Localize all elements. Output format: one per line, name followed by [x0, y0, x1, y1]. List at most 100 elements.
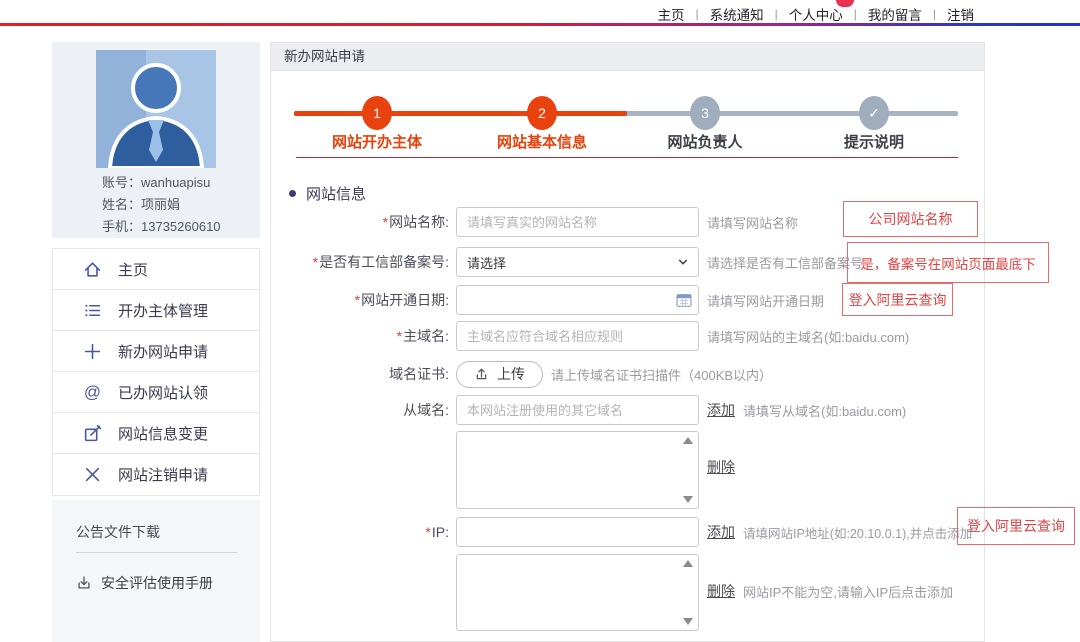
scroll-up-icon[interactable]: [682, 436, 694, 445]
nav-my-messages[interactable]: 我的留言: [868, 4, 922, 24]
scroll-up-icon[interactable]: [682, 559, 694, 568]
calendar-icon[interactable]: [676, 292, 692, 308]
ip-hint: 请填网站IP地址(如:20.10.0.1),并点击添加: [743, 523, 972, 542]
website-name-hint: 请填写网站名称: [707, 213, 798, 232]
required-marker: *: [425, 524, 430, 540]
annotation-company-website-name: 公司网站名称: [843, 201, 978, 237]
domain-cert-hint: 请上传域名证书扫描件（400KB以内）: [551, 365, 772, 384]
profile-info: 账号：wanhuapisu 姓名：项丽娟 手机：13735260610: [102, 172, 221, 238]
bullet-icon: [289, 190, 296, 197]
edit-icon: [83, 424, 102, 443]
upload-icon: [474, 367, 489, 382]
domain-cert-label: 域名证书:: [271, 364, 449, 384]
home-icon: [83, 260, 102, 279]
sidebar-item-home[interactable]: 主页: [53, 249, 259, 290]
sidebar-item-label: 新办网站申请: [118, 341, 208, 362]
main-domain-input[interactable]: [456, 321, 699, 351]
open-date-hint: 请填写网站开通日期: [707, 291, 824, 310]
profile-account: 账号：wanhuapisu: [102, 172, 221, 194]
row-open-date: *网站开通日期: 请填写网站开通日期: [271, 285, 824, 315]
sidebar-item-label: 网站信息变更: [118, 423, 208, 444]
step-2-dot: 2: [527, 96, 557, 130]
sidebar-item-new-website-application[interactable]: 新办网站申请: [53, 331, 259, 372]
upload-button-label: 上传: [497, 364, 525, 384]
download-security-manual[interactable]: 安全评估使用手册: [76, 573, 260, 593]
svg-text:@: @: [84, 383, 101, 402]
sidebar-item-website-info-change[interactable]: 网站信息变更: [53, 413, 259, 454]
row-ip: *IP: 添加 请填网站IP地址(如:20.10.0.1),并点击添加: [271, 517, 972, 547]
upload-button[interactable]: 上传: [456, 361, 543, 388]
sub-domain-actions: 删除: [699, 457, 735, 477]
ip-add-link[interactable]: 添加: [707, 522, 735, 542]
row-website-name: *网站名称: 请填写网站名称: [271, 207, 798, 237]
plus-icon: [83, 342, 102, 361]
ip-listbox[interactable]: [456, 554, 699, 631]
stepper-divider: [296, 157, 958, 158]
sidebar-item-website-cancellation[interactable]: 网站注销申请: [53, 454, 259, 495]
sub-domain-listbox[interactable]: [456, 431, 699, 509]
downloads-section: 公告文件下载 安全评估使用手册: [52, 500, 260, 642]
nav-personal-center[interactable]: 个人中心: [789, 4, 843, 24]
panel-title: 新办网站申请: [271, 43, 984, 71]
website-name-input[interactable]: [456, 207, 699, 237]
ip-label: *IP:: [271, 524, 449, 540]
sidebar-item-label: 网站注销申请: [118, 464, 208, 485]
list-icon: [83, 301, 102, 320]
scroll-down-icon[interactable]: [682, 495, 694, 504]
section-title: 网站信息: [289, 183, 366, 204]
annotation-aliyun-lookup-date: 登入阿里云查询: [842, 283, 953, 316]
at-icon: @: [83, 383, 102, 402]
step-2-label: 网站基本信息: [477, 131, 607, 152]
nav-separator: |: [933, 7, 936, 21]
sidebar-menu: 主页 开办主体管理 新办网站申请 @ 已办网站认领 网站信息变更 网站注销申请: [52, 248, 260, 496]
website-name-label: *网站名称:: [271, 212, 449, 232]
sub-domain-delete-link[interactable]: 删除: [707, 457, 735, 477]
step-1-dot: 1: [362, 96, 392, 130]
open-date-field: [456, 285, 699, 315]
profile-card: 账号：wanhuapisu 姓名：项丽娟 手机：13735260610: [52, 42, 260, 238]
close-icon: [83, 465, 102, 484]
header-divider: [0, 23, 1080, 26]
stepper-track-active: [294, 111, 627, 116]
ip-input[interactable]: [456, 517, 699, 547]
icp-filing-select-value: 请选择: [467, 253, 506, 272]
row-domain-cert: 域名证书: 上传 请上传域名证书扫描件（400KB以内）: [271, 359, 772, 389]
icp-filing-hint: 请选择是否有工信部备案号: [707, 253, 863, 272]
row-sub-domain: 从域名: 添加 请填写从域名(如:baidu.com): [271, 395, 906, 425]
icp-filing-label: *是否有工信部备案号:: [271, 252, 449, 272]
profile-name: 姓名：项丽娟: [102, 194, 221, 216]
icp-filing-select[interactable]: 请选择: [456, 247, 699, 277]
open-date-input[interactable]: [456, 285, 699, 315]
row-icp-filing: *是否有工信部备案号: 请选择 请选择是否有工信部备案号: [271, 247, 863, 277]
sidebar-item-entity-management[interactable]: 开办主体管理: [53, 290, 259, 331]
scroll-down-icon[interactable]: [682, 617, 694, 626]
annotation-filing-number-location: 是，备案号在网站页面最底下: [847, 242, 1049, 283]
nav-home[interactable]: 主页: [658, 4, 685, 24]
nav-logout[interactable]: 注销: [947, 4, 974, 24]
required-marker: *: [313, 254, 318, 270]
step-3-dot: 3: [690, 96, 720, 130]
step-1-label: 网站开办主体: [312, 131, 442, 152]
ip-delete-link[interactable]: 删除: [707, 581, 735, 601]
stepper: 1 2 3 ✓ 网站开办主体 网站基本信息 网站负责人 提示说明: [271, 71, 984, 157]
required-marker: *: [383, 214, 388, 230]
main-panel: 新办网站申请 1 2 3 ✓ 网站开办主体 网站基本信息 网站负责人 提示说明 …: [270, 42, 985, 642]
ip-delete-hint: 网站IP不能为空,请输入IP后点击添加: [743, 582, 953, 601]
step-4-dot: ✓: [859, 96, 889, 130]
download-item-label: 安全评估使用手册: [101, 573, 213, 593]
sidebar-item-claim-website[interactable]: @ 已办网站认领: [53, 372, 259, 413]
sub-domain-add-link[interactable]: 添加: [707, 400, 735, 420]
main-domain-hint: 请填写网站的主域名(如:baidu.com): [707, 327, 909, 346]
download-icon: [76, 575, 92, 591]
downloads-divider: [76, 552, 237, 553]
nav-system-notice[interactable]: 系统通知: [710, 4, 764, 24]
chevron-down-icon: [677, 256, 689, 268]
nav-separator: |: [854, 7, 857, 21]
sub-domain-hint: 请填写从域名(如:baidu.com): [743, 401, 906, 420]
section-title-text: 网站信息: [306, 183, 366, 204]
sub-domain-input[interactable]: [456, 395, 699, 425]
page: 主页 | 系统通知 | 个人中心 | 我的留言 | 注销 账号：wanhuapi…: [0, 0, 1080, 642]
step-4-label: 提示说明: [809, 131, 939, 152]
sidebar-item-label: 已办网站认领: [118, 382, 208, 403]
profile-phone: 手机：13735260610: [102, 216, 221, 238]
